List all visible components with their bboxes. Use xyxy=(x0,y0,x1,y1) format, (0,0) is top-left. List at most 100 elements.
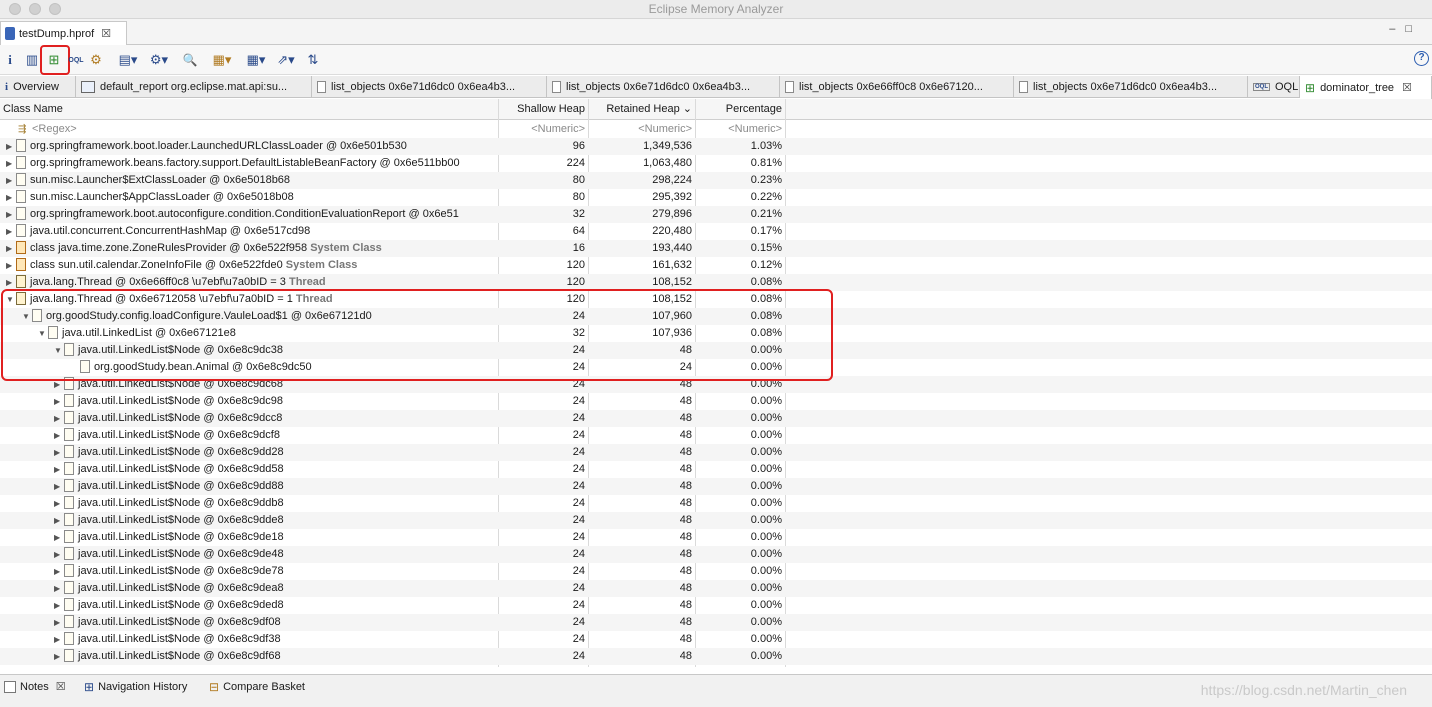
table-row[interactable]: ▶ java.util.LinkedList$Node @ 0x6e8c9df08… xyxy=(0,614,1432,631)
reports-dropdown-icon[interactable]: ▤▾ xyxy=(114,50,142,70)
table-row[interactable]: ▶ java.util.LinkedList$Node @ 0x6e8c9ddb8… xyxy=(0,495,1432,512)
table-row[interactable]: ▶ java.util.LinkedList$Node @ 0x6e8c9dde8… xyxy=(0,512,1432,529)
tab-dominator-tree[interactable]: ⊞ dominator_tree ☒ xyxy=(1300,76,1432,99)
expand-icon[interactable]: ▶ xyxy=(6,223,16,240)
shallow-heap-cell: 64 xyxy=(572,225,585,237)
expand-icon[interactable]: ▶ xyxy=(6,172,16,189)
histogram-icon[interactable]: ▥ xyxy=(24,50,40,70)
expand-icon[interactable]: ▶ xyxy=(54,495,64,512)
column-percentage[interactable]: Percentage xyxy=(696,99,786,120)
tab-list-objects-3[interactable]: list_objects 0x6e66ff0c8 0x6e67120... xyxy=(780,76,1014,98)
heap-dump-overview-icon[interactable]: ⚙ xyxy=(88,50,104,70)
shallow-filter-input[interactable]: <Numeric> xyxy=(499,121,588,138)
tab-list-objects-4[interactable]: list_objects 0x6e71d6dc0 0x6ea4b3... xyxy=(1014,76,1248,98)
tab-compare-basket[interactable]: ⊟ Compare Basket xyxy=(209,680,305,694)
table-row[interactable]: ▶ class java.time.zone.ZoneRulesProvider … xyxy=(0,240,1432,257)
expand-icon[interactable]: ▶ xyxy=(54,614,64,631)
table-row[interactable]: ▶ org.springframework.beans.factory.suppo… xyxy=(0,155,1432,172)
calculate-dropdown-icon[interactable]: ▦▾ xyxy=(242,50,270,70)
tab-list-objects-2[interactable]: list_objects 0x6e71d6dc0 0x6ea4b3... xyxy=(547,76,780,98)
sort-icon[interactable]: ⇅ xyxy=(305,50,321,70)
table-row[interactable]: ▶ java.util.LinkedList$Node @ 0x6e8c9dd58… xyxy=(0,461,1432,478)
oql-icon[interactable]: OQL xyxy=(68,50,84,70)
document-icon xyxy=(317,81,326,93)
table-row[interactable]: ▶ sun.misc.Launcher$AppClassLoader @ 0x6e… xyxy=(0,189,1432,206)
table-row[interactable]: ▶ java.util.LinkedList$Node @ 0x6e8c9de78… xyxy=(0,563,1432,580)
table-row[interactable]: ▶ java.util.concurrent.ConcurrentHashMap … xyxy=(0,223,1432,240)
table-row[interactable]: ▶ java.util.LinkedList$Node @ 0x6e8c9dd28… xyxy=(0,444,1432,461)
table-row[interactable]: ▶ java.util.LinkedList$Node @ 0x6e8c9de48… xyxy=(0,546,1432,563)
close-icon[interactable]: ☒ xyxy=(101,27,111,40)
expand-icon[interactable]: ▶ xyxy=(54,444,64,461)
expand-icon[interactable]: ▶ xyxy=(6,155,16,172)
tab-overview[interactable]: i Overview xyxy=(0,76,76,98)
column-shallow-heap[interactable]: Shallow Heap xyxy=(499,99,589,120)
table-row[interactable]: ▶ sun.misc.Launcher$ExtClassLoader @ 0x6e… xyxy=(0,172,1432,189)
retained-filter-input[interactable]: <Numeric> xyxy=(589,121,695,138)
retained-heap-cell: 48 xyxy=(679,446,692,458)
expand-icon[interactable]: ▶ xyxy=(54,512,64,529)
close-icon[interactable]: ☒ xyxy=(56,680,66,693)
expand-icon[interactable]: ▶ xyxy=(54,563,64,580)
expand-icon[interactable]: ▶ xyxy=(54,648,64,665)
table-row[interactable]: ▶ java.util.LinkedList$Node @ 0x6e8c9df38… xyxy=(0,631,1432,648)
expand-icon[interactable]: ▶ xyxy=(54,597,64,614)
search-icon[interactable]: 🔍 xyxy=(182,50,198,70)
table-row[interactable]: ▶ class sun.util.calendar.ZoneInfoFile @ … xyxy=(0,257,1432,274)
table-row[interactable]: ▶ java.util.LinkedList$Node @ 0x6e8c9dea8… xyxy=(0,580,1432,597)
percentage-cell: 0.00% xyxy=(750,531,782,543)
help-icon[interactable]: ? xyxy=(1414,51,1429,66)
minimize-maximize-icon[interactable]: –□ xyxy=(1389,23,1422,35)
table-row[interactable]: ▶ org.springframework.boot.autoconfigure.… xyxy=(0,206,1432,223)
expand-icon[interactable]: ▶ xyxy=(6,138,16,155)
info-icon[interactable]: i xyxy=(4,50,16,70)
tab-label: list_objects 0x6e71d6dc0 0x6ea4b3... xyxy=(1033,81,1218,93)
title-bar: Eclipse Memory Analyzer xyxy=(0,0,1432,19)
column-retained-heap[interactable]: Retained Heap ⌄ xyxy=(589,99,696,120)
expand-icon[interactable]: ▶ xyxy=(54,410,64,427)
column-class-name[interactable]: Class Name xyxy=(0,99,499,120)
object-label: java.util.LinkedList$Node @ 0x6e8c9dc98 xyxy=(78,395,284,407)
object-icon xyxy=(64,410,74,424)
expand-icon[interactable]: ▶ xyxy=(54,580,64,597)
expand-icon[interactable]: ▶ xyxy=(54,393,64,410)
expand-icon[interactable]: ▶ xyxy=(54,427,64,444)
expand-icon[interactable]: ▶ xyxy=(54,546,64,563)
table-row[interactable]: ▶ org.springframework.boot.loader.Launche… xyxy=(0,138,1432,155)
regex-filter-input[interactable]: <Regex> xyxy=(32,123,77,135)
object-label: java.util.LinkedList$Node @ 0x6e8c9df68 xyxy=(78,650,281,662)
table-row[interactable]: ▶ java.util.LinkedList$Node @ 0x6e8c9dcf8… xyxy=(0,427,1432,444)
shallow-heap-cell: 120 xyxy=(566,259,585,271)
table-row[interactable]: ▶ java.util.LinkedList$Node @ 0x6e8c9df68… xyxy=(0,648,1432,665)
percentage-filter-input[interactable]: <Numeric> xyxy=(696,121,785,138)
table-row[interactable]: ▶ java.util.LinkedList$Node @ 0x6e8c9dc98… xyxy=(0,393,1432,410)
table-row[interactable]: ▶ java.util.LinkedList$Node @ 0x6e8c9dcc8… xyxy=(0,410,1432,427)
expand-icon[interactable]: ▶ xyxy=(6,240,16,257)
tab-default-report[interactable]: default_report org.eclipse.mat.api:su... xyxy=(76,76,312,98)
tab-list-objects-1[interactable]: list_objects 0x6e71d6dc0 0x6ea4b3... xyxy=(312,76,547,98)
editor-tab-testdump[interactable]: testDump.hprof ☒ xyxy=(0,21,127,45)
filter-row[interactable]: ⇶ <Regex> <Numeric> <Numeric> <Numeric> xyxy=(0,121,1432,138)
close-icon[interactable]: ☒ xyxy=(1402,81,1412,94)
object-icon xyxy=(64,580,74,594)
export-dropdown-icon[interactable]: ⇗▾ xyxy=(272,50,300,70)
expand-icon[interactable]: ▶ xyxy=(54,631,64,648)
tab-oql[interactable]: OQL OQL xyxy=(1248,76,1300,98)
expand-icon[interactable]: ▶ xyxy=(6,189,16,206)
table-row[interactable]: ▶ java.util.LinkedList$Node @ 0x6e8c9ded8… xyxy=(0,597,1432,614)
expand-icon[interactable]: ▶ xyxy=(54,478,64,495)
tab-navigation-history[interactable]: ⊞ Navigation History xyxy=(84,680,187,694)
document-icon xyxy=(552,81,561,93)
expand-icon[interactable]: ▶ xyxy=(54,529,64,546)
expand-icon[interactable]: ▶ xyxy=(6,257,16,274)
queries-dropdown-icon[interactable]: ⚙▾ xyxy=(145,50,173,70)
expand-icon[interactable]: ▶ xyxy=(54,461,64,478)
tab-notes[interactable]: Notes ☒ xyxy=(4,680,66,693)
percentage-cell: 0.00% xyxy=(750,497,782,509)
table-row[interactable]: ▶ java.util.LinkedList$Node @ 0x6e8c9dd88… xyxy=(0,478,1432,495)
table-row[interactable]: ▶ java.util.LinkedList$Node @ 0x6e8c9de18… xyxy=(0,529,1432,546)
group-by-dropdown-icon[interactable]: ▦▾ xyxy=(208,50,236,70)
retained-heap-cell: 48 xyxy=(679,497,692,509)
expand-icon[interactable]: ▶ xyxy=(6,206,16,223)
object-label: java.util.LinkedList$Node @ 0x6e8c9dd88 xyxy=(78,480,284,492)
